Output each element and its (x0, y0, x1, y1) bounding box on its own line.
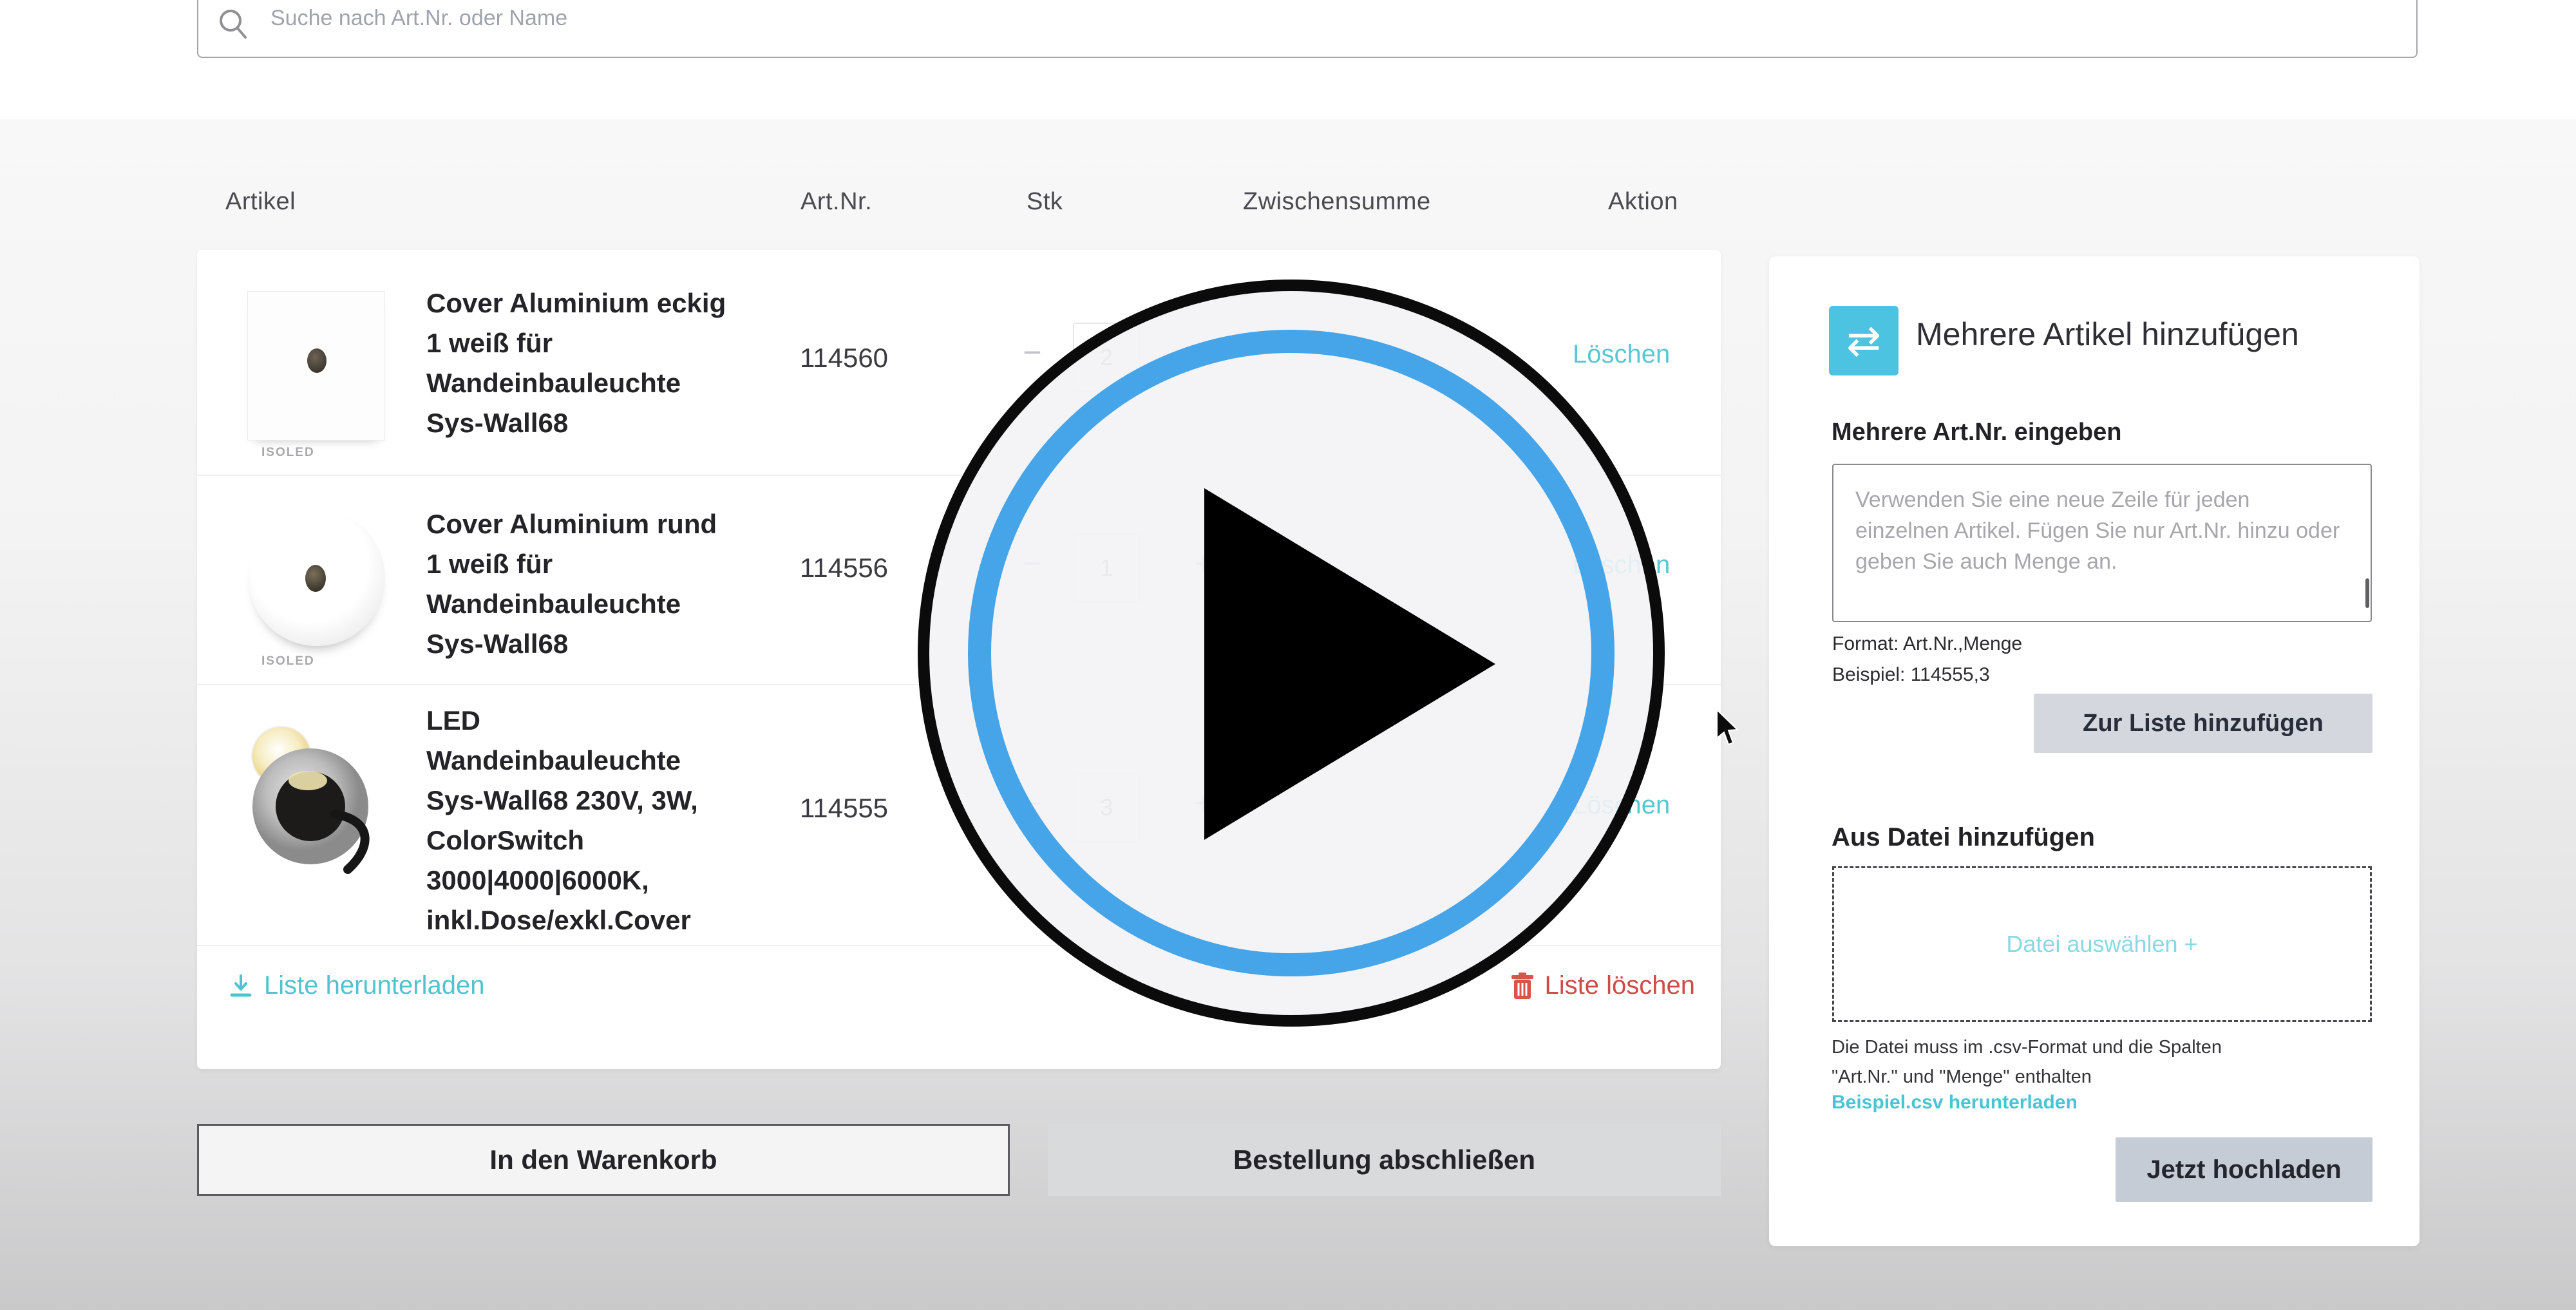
artnr-textarea[interactable] (1832, 464, 2372, 622)
column-header-artikel: Artikel (225, 188, 296, 216)
file-add-heading: Aus Datei hinzufügen (1832, 823, 2095, 852)
product-title: Cover Aluminium rund 1 weiß für Wandeinb… (426, 504, 813, 664)
file-dropzone[interactable]: Datei auswählen + (1832, 866, 2372, 1022)
bulk-add-panel: ⇄ Mehrere Artikel hinzufügen Mehrere Art… (1769, 256, 2420, 1246)
delete-item-link[interactable]: Löschen (1573, 340, 1670, 369)
column-header-stk: Stk (1027, 188, 1063, 216)
mouse-cursor (1716, 708, 1745, 748)
artnr-value: 114560 (800, 343, 888, 374)
artnr-value: 114555 (800, 793, 888, 824)
trash-icon (1510, 972, 1535, 1000)
add-to-list-button[interactable]: Zur Liste hinzufügen (2034, 694, 2372, 753)
product-image (233, 716, 401, 877)
delete-list-label: Liste löschen (1545, 971, 1695, 1000)
transfer-arrows-icon: ⇄ (1829, 306, 1899, 375)
example-hint: Beispiel: 114555,3 (1832, 664, 1990, 686)
delete-list-link[interactable]: Liste löschen (1510, 971, 1695, 1000)
artnr-value: 114556 (800, 553, 888, 584)
add-to-cart-button[interactable]: In den Warenkorb (197, 1124, 1010, 1196)
download-list-link[interactable]: Liste herunterladen (228, 971, 484, 1000)
multi-artnr-label: Mehrere Art.Nr. eingeben (1832, 419, 2122, 446)
search-icon (215, 5, 252, 43)
csv-example-link[interactable]: Beispiel.csv herunterladen (1832, 1092, 2078, 1114)
format-hint: Format: Art.Nr.,Menge (1832, 633, 2022, 655)
qty-decrease-button[interactable]: − (1010, 334, 1055, 371)
page: Artikel Art.Nr. Stk Zwischensumme Aktion… (0, 0, 2576, 1310)
brand-label: ISOLED (261, 654, 315, 669)
panel-title: Mehrere Artikel hinzufügen (1916, 316, 2299, 353)
choose-file-label: Datei auswählen + (2006, 931, 2197, 958)
play-icon (1204, 488, 1495, 840)
download-icon (228, 973, 254, 999)
download-list-label: Liste herunterladen (264, 971, 484, 1000)
product-title: Cover Aluminium eckig 1 weiß für Wandein… (426, 283, 813, 443)
column-header-aktion: Aktion (1608, 188, 1678, 216)
product-image (247, 291, 385, 441)
csv-format-note: Die Datei muss im .csv-Format und die Sp… (1832, 1032, 2222, 1092)
search-input[interactable] (197, 0, 2418, 58)
column-header-artnr: Art.Nr. (800, 188, 872, 216)
checkout-button[interactable]: Bestellung abschließen (1048, 1124, 1721, 1196)
column-header-zwischensumme: Zwischensumme (1243, 188, 1431, 216)
video-play-overlay[interactable] (918, 280, 1665, 1027)
brand-label: ISOLED (261, 446, 315, 460)
product-title: LED Wandeinbauleuchte Sys-Wall68 230V, 3… (426, 701, 813, 940)
product-image (249, 509, 385, 646)
upload-now-button[interactable]: Jetzt hochladen (2116, 1137, 2372, 1202)
textarea-scrollbar[interactable] (2365, 578, 2369, 608)
